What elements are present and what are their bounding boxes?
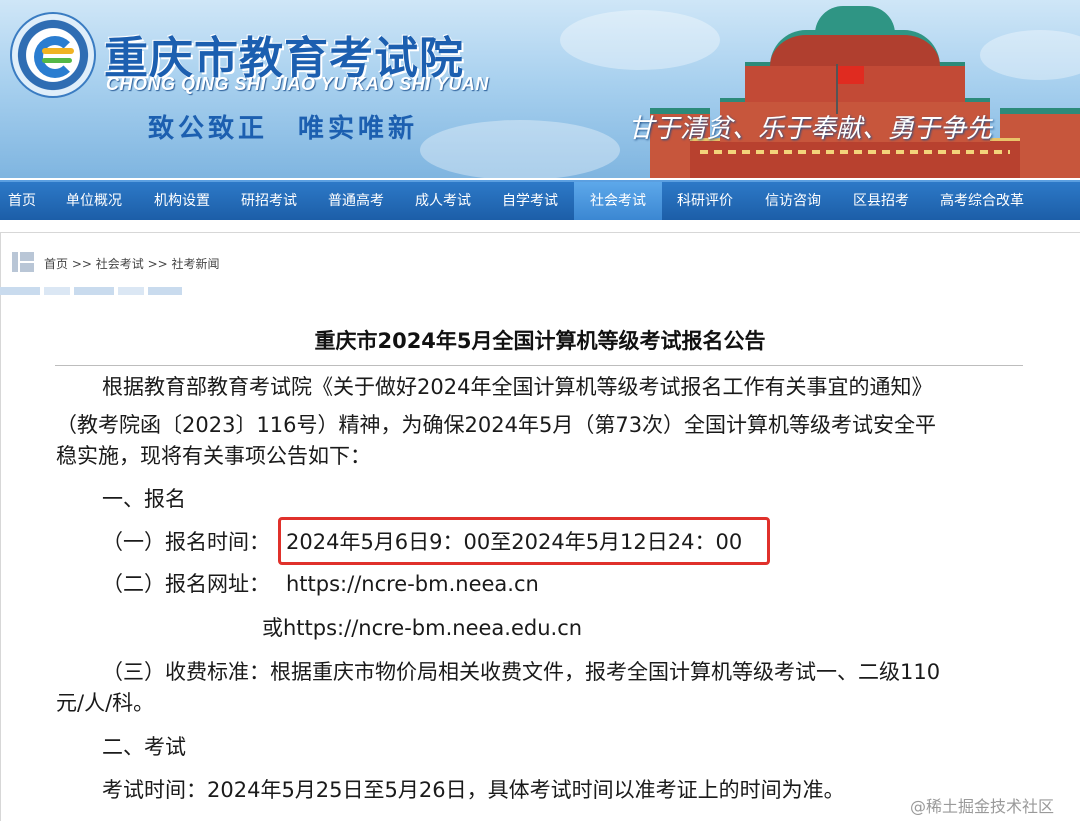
nav-item-gaokao[interactable]: 普通高考 [314, 182, 398, 220]
breadcrumb: 首页 >> 社会考试 >> 社考新闻 [44, 255, 220, 272]
nav-item-gaokao-reform[interactable]: 高考综合改革 [926, 182, 1038, 220]
nav-item-research[interactable]: 科研评价 [662, 182, 748, 220]
registration-time-label: （一）报名时间： [102, 530, 270, 554]
section-heading-exam: 二、考试 [102, 735, 186, 759]
highlight-annotation-box [278, 517, 770, 565]
main-nav: 首页 单位概况 机构设置 研招考试 普通高考 成人考试 自学考试 社会考试 科研… [0, 180, 1080, 220]
breadcrumb-separator: >> [68, 257, 96, 271]
site-pinyin: CHONG QING SHI JIAO YU KAO SHI YUAN [106, 74, 489, 94]
site-logo-icon[interactable] [10, 12, 96, 98]
nav-item-self-study-exam[interactable]: 自学考试 [488, 182, 572, 220]
nav-item-adult-exam[interactable]: 成人考试 [401, 182, 485, 220]
registration-url-secondary[interactable]: 或https://ncre-bm.neea.edu.cn [262, 613, 582, 643]
site-motto: 致公致正 唯实唯新 [148, 114, 419, 144]
nav-item-social-exam[interactable]: 社会考试 [574, 182, 662, 220]
nav-item-district[interactable]: 区县招考 [838, 182, 924, 220]
building-crown [815, 6, 895, 34]
breadcrumb-separator: >> [143, 257, 172, 271]
nav-item-graduate-exam[interactable]: 研招考试 [227, 182, 311, 220]
building-ornament [700, 150, 1010, 154]
breadcrumb-grid-icon [12, 252, 34, 272]
breadcrumb-home[interactable]: 首页 [44, 257, 68, 271]
building-dome [770, 30, 940, 66]
intro-line-1: 根据教育部教育考试院《关于做好2024年全国计算机等级考试报名工作有关事宜的通知… [102, 375, 933, 399]
intro-line-2: （教考院函〔2023〕116号）精神，为确保2024年5月（第73次）全国计算机… [56, 413, 937, 437]
breadcrumb-current[interactable]: 社考新闻 [172, 257, 220, 271]
registration-url-label: （二）报名网址： [102, 572, 270, 596]
title-divider [55, 365, 1023, 366]
site-slogan: 甘于清贫、乐于奉献、勇于争先 [628, 114, 993, 144]
breadcrumb-divider [0, 287, 182, 295]
fee-line-1: （三）收费标准：根据重庆市物价局相关收费文件，报考全国计算机等级考试一、二级11… [102, 660, 941, 684]
fee-line-2: 元/人/科。 [56, 691, 155, 715]
nav-item-about[interactable]: 单位概况 [52, 182, 136, 220]
registration-url-primary[interactable]: https://ncre-bm.neea.cn [286, 569, 539, 599]
article-title: 重庆市2024年5月全国计算机等级考试报名公告 [314, 329, 766, 353]
watermark: @稀土掘金技术社区 [910, 797, 1055, 816]
flag-icon [838, 66, 864, 84]
exam-time: 考试时间：2024年5月25日至5月26日，具体考试时间以准考证上的时间为准。 [102, 778, 845, 802]
nav-item-petition[interactable]: 信访咨询 [750, 182, 836, 220]
site-header: 重庆市教育考试院 CHONG QING SHI JIAO YU KAO SHI … [0, 0, 1080, 178]
section-heading-registration: 一、报名 [102, 487, 186, 511]
nav-item-home[interactable]: 首页 [0, 182, 44, 220]
intro-line-3: 稳实施，现将有关事项公告如下： [56, 444, 371, 468]
nav-item-organization[interactable]: 机构设置 [140, 182, 224, 220]
breadcrumb-section[interactable]: 社会考试 [96, 257, 144, 271]
